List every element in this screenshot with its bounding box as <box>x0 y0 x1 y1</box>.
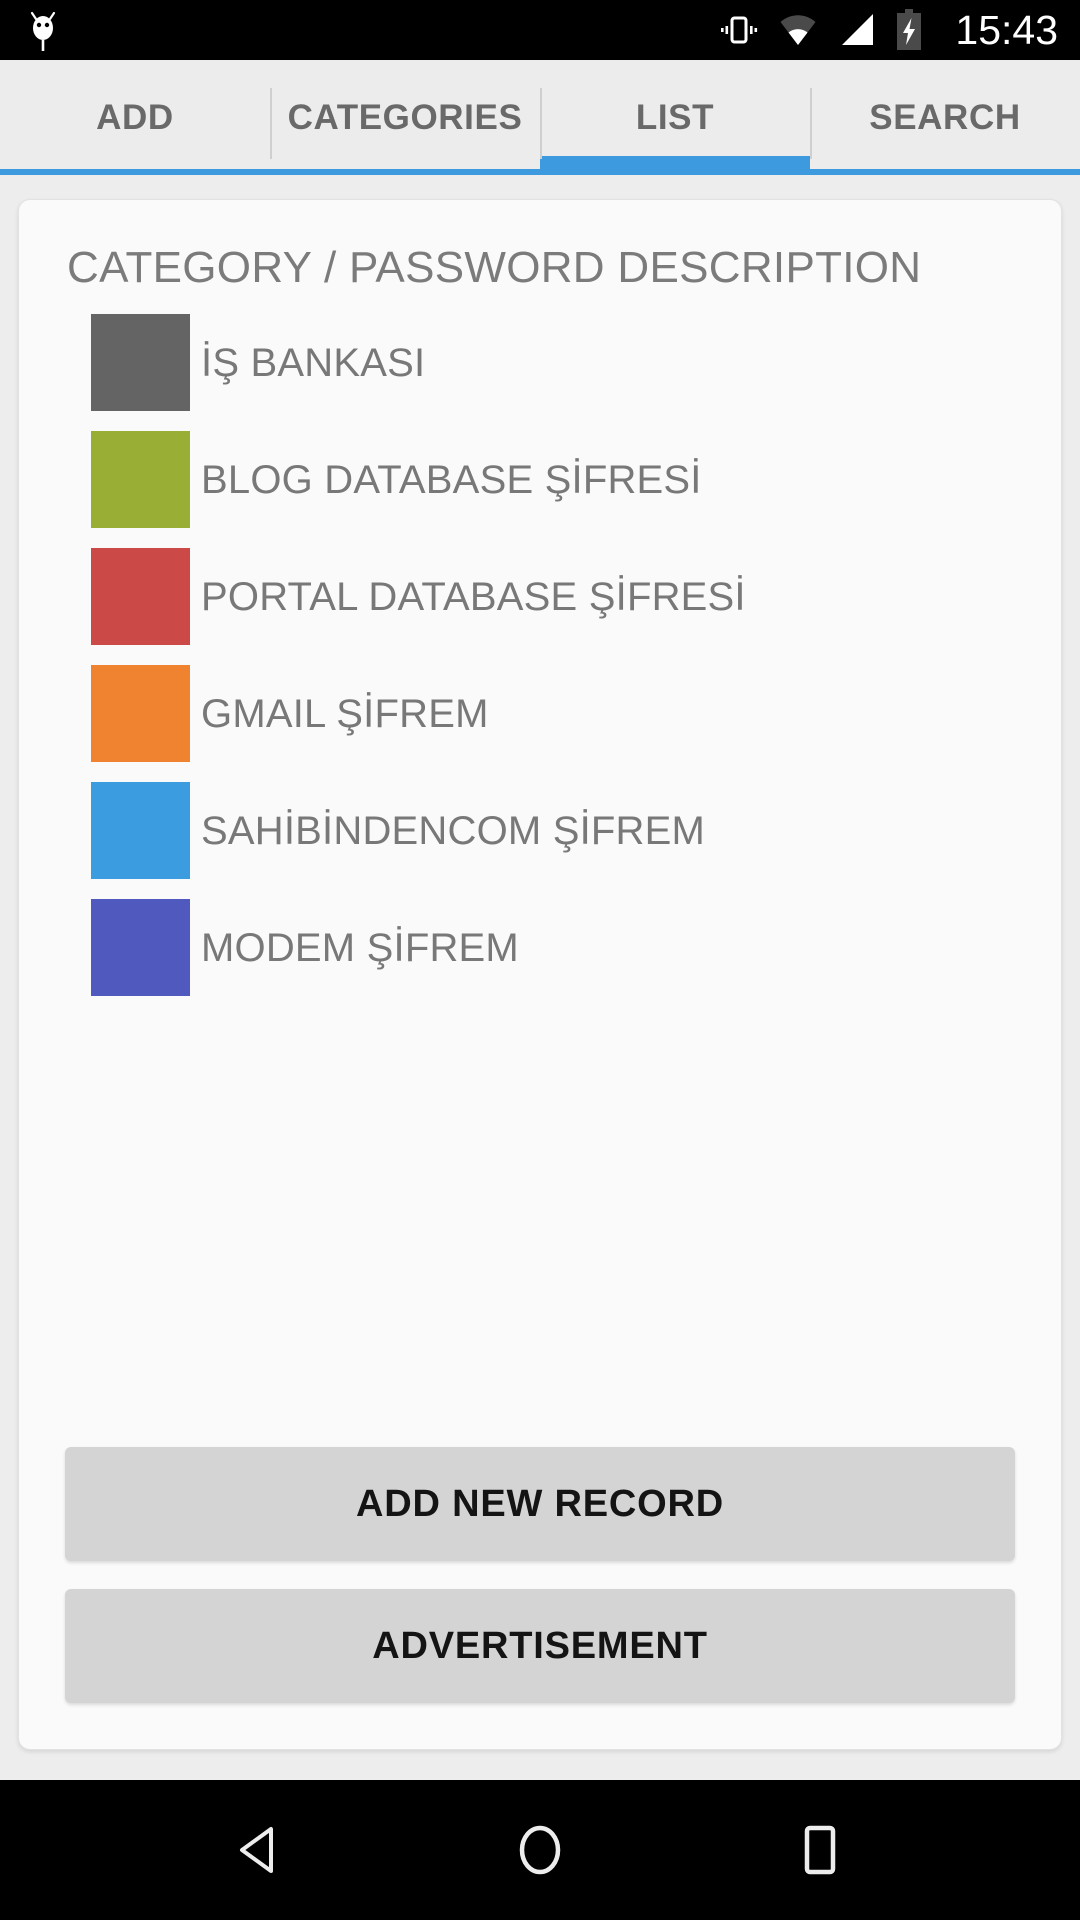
list-item[interactable]: MODEM ŞİFREM <box>45 889 1035 1006</box>
category-color-swatch <box>91 548 190 646</box>
card-title: CATEGORY / PASSWORD DESCRIPTION <box>67 243 922 292</box>
status-bar-left <box>26 8 60 52</box>
category-color-swatch <box>91 899 190 997</box>
list-item[interactable]: İŞ BANKASI <box>45 304 1035 421</box>
status-bar-clock: 15:43 <box>955 6 1058 53</box>
category-color-swatch <box>91 665 190 763</box>
record-label: İŞ BANKASI <box>201 340 426 385</box>
wifi-icon <box>780 15 816 45</box>
record-label: PORTAL DATABASE ŞİFRESİ <box>201 574 746 619</box>
list-item[interactable]: BLOG DATABASE ŞİFRESİ <box>45 421 1035 538</box>
record-label: SAHİBİNDENCOM ŞİFREM <box>201 808 706 853</box>
navigation-bar <box>0 1780 1080 1920</box>
back-triangle-icon <box>240 1827 273 1873</box>
add-new-record-button[interactable]: ADD NEW RECORD <box>65 1447 1015 1561</box>
tab-add[interactable]: ADD <box>0 60 270 175</box>
nav-back-button[interactable] <box>200 1790 320 1910</box>
card-actions: ADD NEW RECORD ADVERTISEMENT <box>45 1447 1035 1703</box>
vibrate-icon <box>721 16 758 44</box>
nav-home-button[interactable] <box>480 1790 600 1910</box>
record-list: İŞ BANKASI BLOG DATABASE ŞİFRESİ PORTAL … <box>45 304 1035 1006</box>
record-label: MODEM ŞİFREM <box>201 925 519 970</box>
record-label: BLOG DATABASE ŞİFRESİ <box>201 457 702 502</box>
list-item[interactable]: GMAIL ŞİFREM <box>45 655 1035 772</box>
advertisement-label: ADVERTISEMENT <box>372 1625 708 1667</box>
tab-add-label: ADD <box>96 98 174 137</box>
advertisement-button[interactable]: ADVERTISEMENT <box>65 1589 1015 1703</box>
list-empty-space <box>45 1006 1035 1447</box>
tab-search-label: SEARCH <box>869 98 1021 137</box>
battery-charging-icon <box>897 9 922 50</box>
record-label: GMAIL ŞİFREM <box>201 691 489 736</box>
tab-categories-label: CATEGORIES <box>287 98 523 137</box>
list-item[interactable]: SAHİBİNDENCOM ŞİFREM <box>45 772 1035 889</box>
tab-search[interactable]: SEARCH <box>810 60 1080 175</box>
phone-screen: 15:43 ADD CATEGORIES LIST SEARCH CATEGOR… <box>0 0 1080 1920</box>
category-color-swatch <box>91 431 190 529</box>
record-list-card: CATEGORY / PASSWORD DESCRIPTION İŞ BANKA… <box>18 199 1062 1750</box>
tab-bar: ADD CATEGORIES LIST SEARCH <box>0 60 1080 175</box>
home-circle-icon <box>519 1825 561 1875</box>
category-color-swatch <box>91 782 190 880</box>
tab-list[interactable]: LIST <box>540 60 810 175</box>
status-bar: 15:43 <box>0 0 1080 60</box>
android-droid-icon <box>30 11 56 51</box>
status-bar-right: 15:43 <box>719 9 1058 51</box>
recents-square-icon <box>804 1825 836 1875</box>
tab-bar-underline <box>0 169 1080 175</box>
tab-list-label: LIST <box>635 98 715 137</box>
add-new-record-label: ADD NEW RECORD <box>356 1483 724 1525</box>
content-area: CATEGORY / PASSWORD DESCRIPTION İŞ BANKA… <box>0 175 1080 1780</box>
nav-recents-button[interactable] <box>760 1790 880 1910</box>
category-color-swatch <box>91 314 190 412</box>
list-item[interactable]: PORTAL DATABASE ŞİFRESİ <box>45 538 1035 655</box>
signal-icon <box>842 14 874 45</box>
tab-categories[interactable]: CATEGORIES <box>270 60 540 175</box>
